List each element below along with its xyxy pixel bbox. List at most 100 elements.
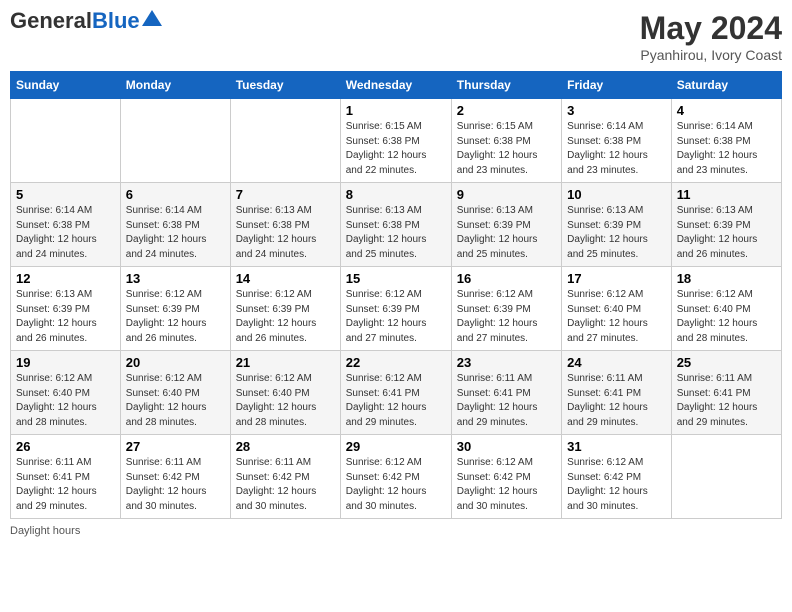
day-info: Sunrise: 6:12 AM Sunset: 6:39 PM Dayligh…	[126, 288, 225, 346]
logo: GeneralBlue	[10, 10, 162, 32]
day-number: 1	[346, 103, 446, 118]
logo-icon	[142, 10, 162, 26]
month-year: May 2024	[640, 10, 782, 47]
day-info: Sunrise: 6:12 AM Sunset: 6:42 PM Dayligh…	[567, 456, 666, 514]
calendar-week-row: 12 Sunrise: 6:13 AM Sunset: 6:39 PM Dayli…	[11, 267, 782, 351]
day-number: 10	[567, 187, 666, 202]
calendar-cell: 19 Sunrise: 6:12 AM Sunset: 6:40 PM Dayli…	[11, 351, 121, 435]
calendar-cell: 15 Sunrise: 6:12 AM Sunset: 6:39 PM Dayli…	[340, 267, 451, 351]
day-info: Sunrise: 6:14 AM Sunset: 6:38 PM Dayligh…	[16, 204, 115, 262]
day-info: Sunrise: 6:11 AM Sunset: 6:41 PM Dayligh…	[677, 372, 776, 430]
calendar-cell: 13 Sunrise: 6:12 AM Sunset: 6:39 PM Dayli…	[120, 267, 230, 351]
day-number: 17	[567, 271, 666, 286]
weekday-friday: Friday	[562, 72, 672, 99]
day-info: Sunrise: 6:13 AM Sunset: 6:39 PM Dayligh…	[16, 288, 115, 346]
day-info: Sunrise: 6:12 AM Sunset: 6:39 PM Dayligh…	[236, 288, 335, 346]
weekday-tuesday: Tuesday	[230, 72, 340, 99]
page-header: GeneralBlue May 2024 Pyanhirou, Ivory Co…	[10, 10, 782, 63]
day-number: 14	[236, 271, 335, 286]
calendar-cell: 8Sunrise: 6:13 AM Sunset: 6:38 PM Daylig…	[340, 183, 451, 267]
location: Pyanhirou, Ivory Coast	[640, 47, 782, 63]
calendar-cell: 7 Sunrise: 6:13 AM Sunset: 6:38 PM Daylig…	[230, 183, 340, 267]
day-number: 27	[126, 439, 225, 454]
calendar-cell: 4 Sunrise: 6:14 AM Sunset: 6:38 PM Daylig…	[671, 99, 781, 183]
calendar-cell: 30Sunrise: 6:12 AM Sunset: 6:42 PM Dayli…	[451, 435, 561, 519]
day-number: 11	[677, 187, 776, 202]
weekday-wednesday: Wednesday	[340, 72, 451, 99]
day-number: 8	[346, 187, 446, 202]
day-info: Sunrise: 6:13 AM Sunset: 6:39 PM Dayligh…	[457, 204, 556, 262]
calendar-cell: 10 Sunrise: 6:13 AM Sunset: 6:39 PM Dayli…	[562, 183, 672, 267]
day-info: Sunrise: 6:14 AM Sunset: 6:38 PM Dayligh…	[677, 120, 776, 178]
calendar-cell: 26 Sunrise: 6:11 AM Sunset: 6:41 PM Dayli…	[11, 435, 121, 519]
calendar-cell: 20 Sunrise: 6:12 AM Sunset: 6:40 PM Dayli…	[120, 351, 230, 435]
calendar-week-row: 19 Sunrise: 6:12 AM Sunset: 6:40 PM Dayli…	[11, 351, 782, 435]
day-number: 19	[16, 355, 115, 370]
calendar-cell: 24Sunrise: 6:11 AM Sunset: 6:41 PM Dayli…	[562, 351, 672, 435]
day-number: 30	[457, 439, 556, 454]
calendar-table: SundayMondayTuesdayWednesdayThursdayFrid…	[10, 71, 782, 519]
weekday-sunday: Sunday	[11, 72, 121, 99]
day-number: 3	[567, 103, 666, 118]
day-info: Sunrise: 6:12 AM Sunset: 6:40 PM Dayligh…	[567, 288, 666, 346]
day-number: 12	[16, 271, 115, 286]
day-number: 23	[457, 355, 556, 370]
day-info: Sunrise: 6:12 AM Sunset: 6:39 PM Dayligh…	[457, 288, 556, 346]
day-info: Sunrise: 6:12 AM Sunset: 6:40 PM Dayligh…	[677, 288, 776, 346]
day-info: Sunrise: 6:15 AM Sunset: 6:38 PM Dayligh…	[457, 120, 556, 178]
day-number: 22	[346, 355, 446, 370]
day-info: Sunrise: 6:12 AM Sunset: 6:41 PM Dayligh…	[346, 372, 446, 430]
day-info: Sunrise: 6:12 AM Sunset: 6:40 PM Dayligh…	[16, 372, 115, 430]
calendar-cell: 14 Sunrise: 6:12 AM Sunset: 6:39 PM Dayli…	[230, 267, 340, 351]
day-number: 16	[457, 271, 556, 286]
footer: Daylight hours	[10, 525, 782, 537]
calendar-cell: 3Sunrise: 6:14 AM Sunset: 6:38 PM Daylig…	[562, 99, 672, 183]
calendar-cell: 12 Sunrise: 6:13 AM Sunset: 6:39 PM Dayli…	[11, 267, 121, 351]
day-number: 2	[457, 103, 556, 118]
title-block: May 2024 Pyanhirou, Ivory Coast	[640, 10, 782, 63]
calendar-cell: 16 Sunrise: 6:12 AM Sunset: 6:39 PM Dayli…	[451, 267, 561, 351]
day-info: Sunrise: 6:11 AM Sunset: 6:41 PM Dayligh…	[16, 456, 115, 514]
calendar-cell: 2 Sunrise: 6:15 AM Sunset: 6:38 PM Daylig…	[451, 99, 561, 183]
day-number: 29	[346, 439, 446, 454]
day-info: Sunrise: 6:15 AM Sunset: 6:38 PM Dayligh…	[346, 120, 446, 178]
day-number: 7	[236, 187, 335, 202]
day-info: Sunrise: 6:12 AM Sunset: 6:42 PM Dayligh…	[346, 456, 446, 514]
weekday-monday: Monday	[120, 72, 230, 99]
day-number: 13	[126, 271, 225, 286]
calendar-cell: 31Sunrise: 6:12 AM Sunset: 6:42 PM Dayli…	[562, 435, 672, 519]
calendar-cell: 6Sunrise: 6:14 AM Sunset: 6:38 PM Daylig…	[120, 183, 230, 267]
logo-text: GeneralBlue	[10, 10, 140, 32]
weekday-header-row: SundayMondayTuesdayWednesdayThursdayFrid…	[11, 72, 782, 99]
day-number: 9	[457, 187, 556, 202]
day-info: Sunrise: 6:13 AM Sunset: 6:38 PM Dayligh…	[236, 204, 335, 262]
day-number: 5	[16, 187, 115, 202]
calendar-cell	[11, 99, 121, 183]
calendar-cell: 1 Sunrise: 6:15 AM Sunset: 6:38 PM Daylig…	[340, 99, 451, 183]
day-info: Sunrise: 6:14 AM Sunset: 6:38 PM Dayligh…	[126, 204, 225, 262]
calendar-cell	[671, 435, 781, 519]
day-number: 25	[677, 355, 776, 370]
logo-blue: Blue	[92, 8, 140, 33]
day-number: 18	[677, 271, 776, 286]
day-info: Sunrise: 6:12 AM Sunset: 6:40 PM Dayligh…	[236, 372, 335, 430]
day-info: Sunrise: 6:12 AM Sunset: 6:40 PM Dayligh…	[126, 372, 225, 430]
day-info: Sunrise: 6:13 AM Sunset: 6:39 PM Dayligh…	[677, 204, 776, 262]
day-info: Sunrise: 6:13 AM Sunset: 6:39 PM Dayligh…	[567, 204, 666, 262]
day-info: Sunrise: 6:12 AM Sunset: 6:39 PM Dayligh…	[346, 288, 446, 346]
day-info: Sunrise: 6:11 AM Sunset: 6:42 PM Dayligh…	[126, 456, 225, 514]
calendar-cell: 17 Sunrise: 6:12 AM Sunset: 6:40 PM Dayli…	[562, 267, 672, 351]
day-number: 4	[677, 103, 776, 118]
calendar-cell: 23Sunrise: 6:11 AM Sunset: 6:41 PM Dayli…	[451, 351, 561, 435]
calendar-week-row: 26 Sunrise: 6:11 AM Sunset: 6:41 PM Dayli…	[11, 435, 782, 519]
day-number: 20	[126, 355, 225, 370]
day-number: 26	[16, 439, 115, 454]
weekday-saturday: Saturday	[671, 72, 781, 99]
calendar-cell: 27 Sunrise: 6:11 AM Sunset: 6:42 PM Dayli…	[120, 435, 230, 519]
day-number: 28	[236, 439, 335, 454]
day-number: 15	[346, 271, 446, 286]
day-info: Sunrise: 6:11 AM Sunset: 6:41 PM Dayligh…	[567, 372, 666, 430]
calendar-cell: 25 Sunrise: 6:11 AM Sunset: 6:41 PM Dayli…	[671, 351, 781, 435]
weekday-thursday: Thursday	[451, 72, 561, 99]
calendar-cell	[230, 99, 340, 183]
